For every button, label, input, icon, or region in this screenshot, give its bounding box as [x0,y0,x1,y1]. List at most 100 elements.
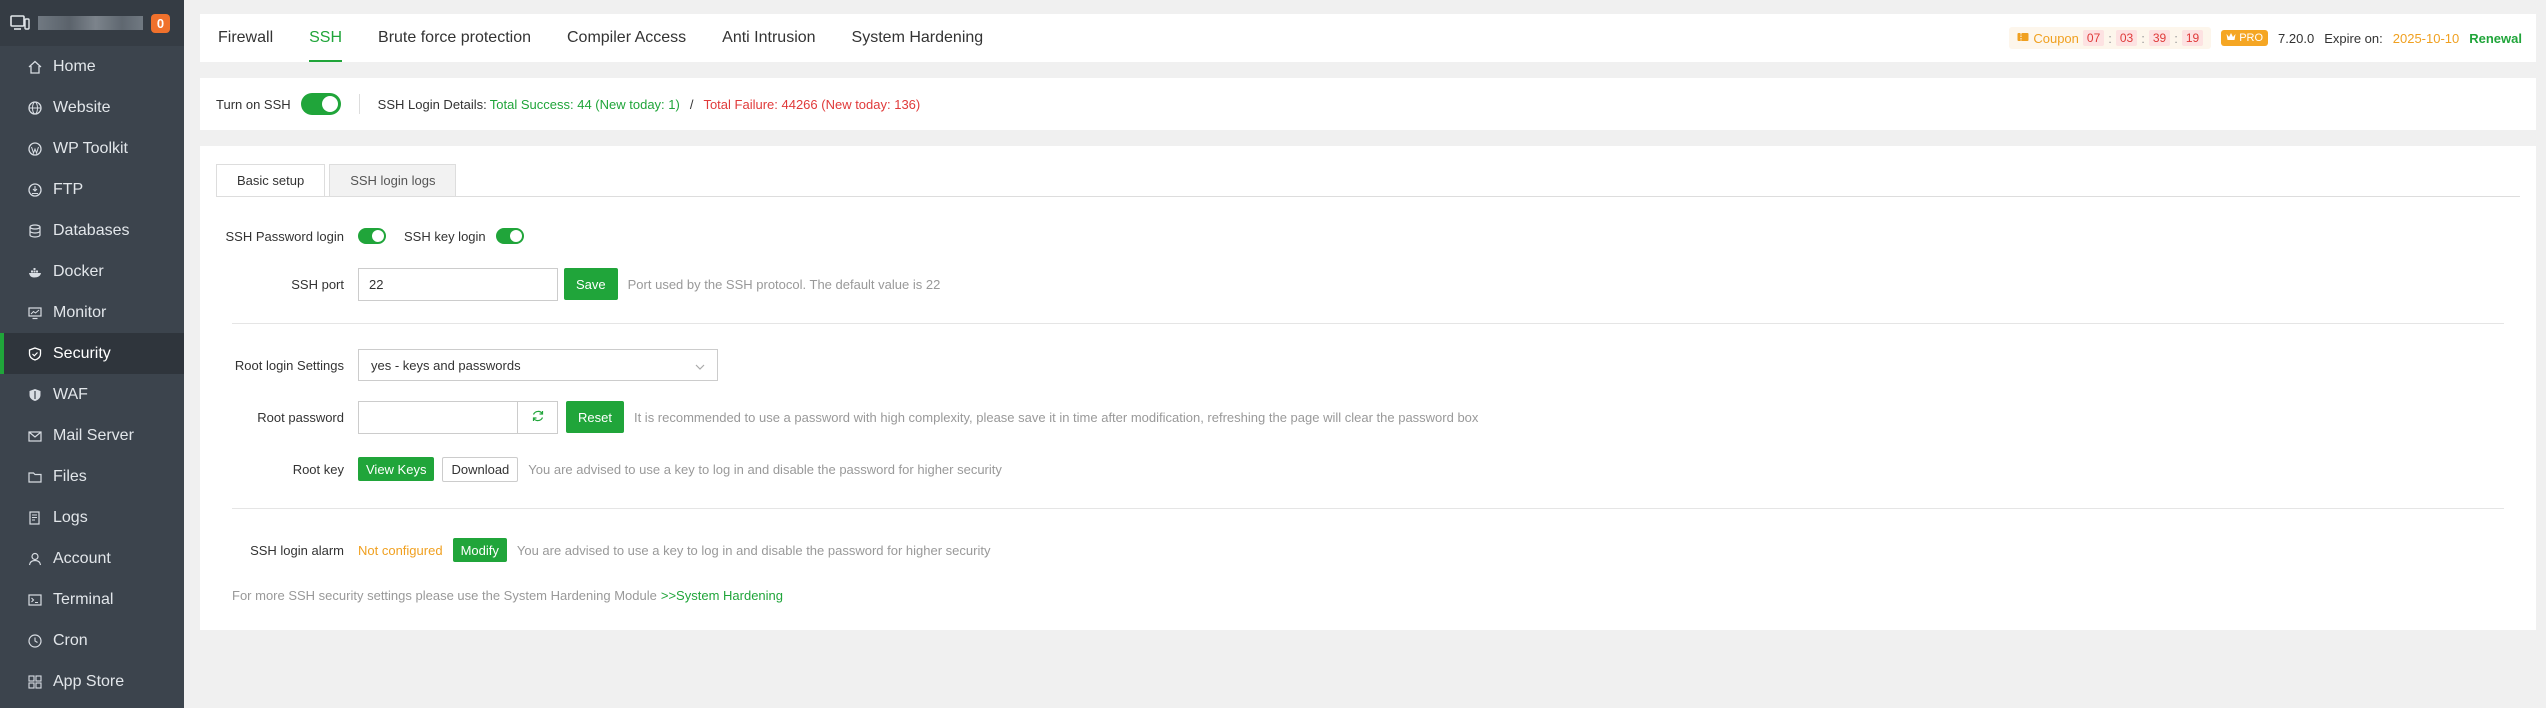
sidebar-item-label: Cron [53,631,88,649]
sidebar-item-label: App Store [53,672,125,690]
docker-icon [27,264,43,280]
database-icon [27,223,43,239]
tab-basic-setup[interactable]: Basic setup [216,164,326,197]
tab-compiler-access[interactable]: Compiler Access [549,14,704,62]
sidebar-item-monitor[interactable]: Monitor [0,292,184,333]
folder-icon [27,469,43,485]
ssh-port-input[interactable]: 22 [358,267,558,301]
sidebar-item-ftp[interactable]: FTP [0,169,184,210]
sidebar-item-databases[interactable]: Databases [0,210,184,251]
sidebar-item-security[interactable]: Security [0,333,184,374]
ssh-port-row: SSH port 22 Save Port used by the SSH pr… [200,267,940,301]
grid-icon [27,674,43,690]
coupon-label: Coupon [2033,30,2079,46]
root-login-row: Root login Settings yes - keys and passw… [200,349,718,381]
generate-password-button[interactable] [518,400,558,434]
save-port-button[interactable]: Save [564,268,618,300]
port-hint: Port used by the SSH protocol. The defau… [627,276,941,292]
sidebar-item-files[interactable]: Files [0,456,184,497]
refresh-icon [531,409,545,426]
coupon-countdown[interactable]: Coupon 07 : 03 : 39 : 19 [2009,27,2212,49]
sidebar-item-label: Databases [53,221,130,239]
total-failure-link[interactable]: Total Failure: 44266 (New today: 136) [703,97,920,112]
sidebar-item-docker[interactable]: Docker [0,251,184,292]
root-key-hint: You are advised to use a key to log in a… [528,461,1002,477]
login-methods-row: SSH Password login SSH key login [200,224,524,248]
tab-brute-force-protection[interactable]: Brute force protection [360,14,549,62]
version-text: 7.20.0 [2278,30,2315,46]
tab-ssh-login-logs[interactable]: SSH login logs [329,164,457,197]
sidebar-item-wp-toolkit[interactable]: WP Toolkit [0,128,184,169]
download-key-button[interactable]: Download [442,456,519,482]
sidebar-item-label: WAF [53,385,88,403]
waf-shield-icon [27,387,43,403]
details-separator: / [689,96,694,112]
root-login-select[interactable]: yes - keys and passwords [358,349,718,381]
countdown-minutes: 39 [2148,30,2171,46]
globe-icon [27,100,43,116]
login-alarm-row: SSH login alarm Not configured Modify Yo… [200,537,990,563]
sidebar-item-logs[interactable]: Logs [0,497,184,538]
sidebar-item-app-store[interactable]: App Store [0,661,184,702]
logs-icon [27,510,43,526]
sidebar-item-cron[interactable]: Cron [0,620,184,661]
key-login-toggle[interactable] [495,228,524,244]
sidebar-item-label: Account [53,549,111,567]
notification-badge[interactable]: 0 [151,13,170,33]
pro-badge: PRO [2221,30,2269,46]
system-hardening-link[interactable]: >>System Hardening [661,588,783,603]
section-divider [232,323,2504,324]
sidebar: 0 Home Website WP Toolkit FTP Databases … [0,0,184,708]
sidebar-item-label: Monitor [53,303,107,321]
sidebar-item-home[interactable]: Home [0,46,184,87]
divider [358,94,360,114]
ssh-settings-panel: Basic setup SSH login logs SSH Password … [200,146,2536,630]
alarm-hint: You are advised to use a key to log in a… [516,542,991,558]
crown-icon [2226,32,2236,44]
sidebar-item-label: Terminal [53,590,114,608]
reset-password-button[interactable]: Reset [566,401,624,433]
sidebar-item-label: WP Toolkit [53,139,128,157]
sidebar-item-waf[interactable]: WAF [0,374,184,415]
countdown-hours: 03 [2115,30,2138,46]
login-details-label: SSH Login Details: [377,96,487,112]
password-login-toggle[interactable] [358,228,386,244]
sidebar-item-label: Website [53,98,111,116]
countdown-seconds: 19 [2181,30,2204,46]
section-divider [232,508,2504,509]
renewal-link[interactable]: Renewal [2469,31,2522,46]
footer-note: For more SSH security settings please us… [232,586,783,604]
monitor-icon [27,305,43,321]
root-login-label: Root login Settings [234,357,344,373]
view-keys-button[interactable]: View Keys [358,457,435,481]
root-password-input[interactable] [358,400,518,434]
tab-system-hardening[interactable]: System Hardening [834,14,1002,62]
sidebar-item-mail-server[interactable]: Mail Server [0,415,184,456]
root-key-label: Root key [292,461,344,477]
tab-ssh[interactable]: SSH [291,14,360,62]
countdown-days: 07 [2082,30,2105,46]
ssh-toggle[interactable] [300,93,341,115]
ssh-status-bar: Turn on SSH SSH Login Details: Total Suc… [200,78,2536,130]
sidebar-item-label: Home [53,57,96,75]
expire-label: Expire on: [2324,30,2383,46]
shield-icon [27,346,43,362]
sidebar-item-terminal[interactable]: Terminal [0,579,184,620]
sidebar-item-website[interactable]: Website [0,87,184,128]
sidebar-item-account[interactable]: Account [0,538,184,579]
sidebar-header: 0 [0,0,184,46]
sidebar-item-label: Mail Server [53,426,134,444]
root-password-row: Root password Reset It is recommended to… [200,400,1478,434]
password-login-label: SSH Password login [225,228,345,244]
sidebar-item-label: FTP [53,180,84,198]
sidebar-item-label: Files [53,467,87,485]
security-tabs-bar: Firewall SSH Brute force protection Comp… [200,14,2536,62]
tab-anti-intrusion[interactable]: Anti Intrusion [704,14,833,62]
total-success-link[interactable]: Total Success: 44 (New today: 1) [490,97,680,112]
ssh-subtabs: Basic setup SSH login logs [216,164,457,197]
sidebar-nav: Home Website WP Toolkit FTP Databases Do… [0,46,184,702]
tab-firewall[interactable]: Firewall [200,14,291,62]
server-name-redacted [38,16,143,30]
modify-alarm-button[interactable]: Modify [452,538,507,562]
footer-text: For more SSH security settings please us… [232,587,657,603]
